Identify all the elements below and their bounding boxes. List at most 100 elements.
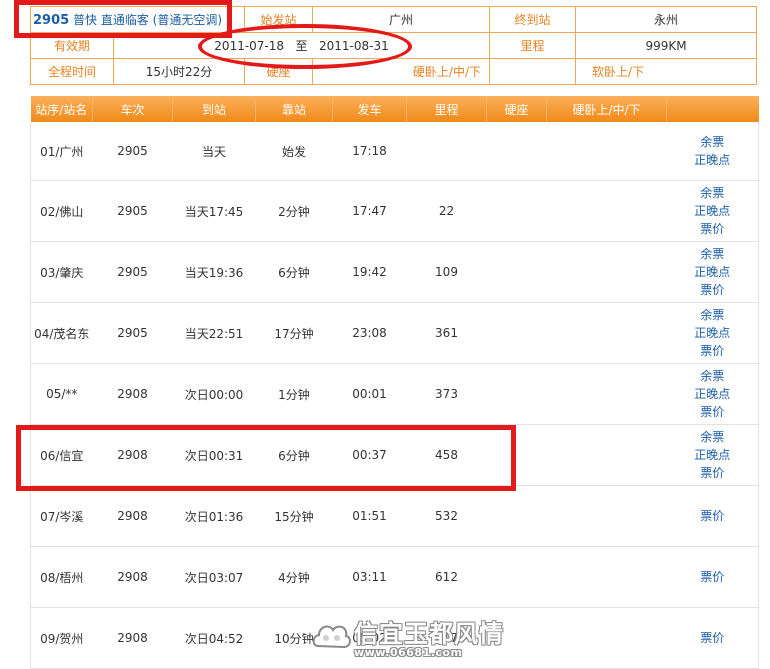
- col-depart: 发车: [332, 96, 407, 122]
- punctuality-link[interactable]: 正晚点: [694, 446, 730, 464]
- col-actions: [666, 96, 759, 122]
- timetable-row: 09/贺州 2908 次日04:52 10分钟 05:02 717 票价: [30, 607, 759, 669]
- hard-sleeper-cell: [546, 302, 667, 364]
- stop-duration: 6分钟: [255, 241, 333, 303]
- col-hard-seat: 硬座: [486, 96, 547, 122]
- station-name: 07/岑溪: [30, 485, 93, 547]
- arrive-time: 次日03:07: [172, 546, 256, 608]
- arrive-time: 当天: [172, 122, 256, 181]
- col-hard-sleeper: 硬卧上/中/下: [546, 96, 667, 122]
- depart-time: 17:18: [332, 122, 407, 181]
- distance-km: 361: [406, 302, 487, 364]
- remaining-tickets-link[interactable]: 余票: [694, 428, 730, 446]
- stop-duration: 17分钟: [255, 302, 333, 364]
- row-actions: 票价: [666, 485, 759, 547]
- action-links: 票价: [700, 629, 724, 647]
- remaining-tickets-link[interactable]: 余票: [694, 184, 730, 202]
- station-name: 03/肇庆: [30, 241, 93, 303]
- col-arrive: 到站: [172, 96, 256, 122]
- hard-seat-cell: [486, 302, 547, 364]
- row-actions: 余票 正晚点 票价: [666, 180, 759, 242]
- punctuality-link[interactable]: 正晚点: [694, 385, 730, 403]
- fare-link[interactable]: 票价: [694, 281, 730, 299]
- origin-station: 广州: [312, 6, 491, 33]
- action-links: 票价: [700, 507, 724, 525]
- arrive-time: 当天17:45: [172, 180, 256, 242]
- fare-link[interactable]: 票价: [694, 403, 730, 421]
- row-actions: 余票 正晚点 票价: [666, 363, 759, 425]
- col-station: 站序/站名: [30, 96, 93, 122]
- fare-link[interactable]: 票价: [694, 342, 730, 360]
- hard-seat-cell: [486, 485, 547, 547]
- timetable-row: 05/** 2908 次日00:00 1分钟 00:01 373 余票 正晚点 票价: [30, 363, 759, 425]
- train-number: 2908: [92, 424, 173, 486]
- fare-link[interactable]: 票价: [700, 568, 724, 586]
- duration-value: 15小时22分: [112, 58, 246, 85]
- col-km: 里程: [406, 96, 487, 122]
- action-links: 余票 正晚点: [694, 133, 730, 169]
- timetable-row: 02/佛山 2905 当天17:45 2分钟 17:47 22 余票 正晚点 票价: [30, 180, 759, 242]
- timetable-row: 01/广州 2905 当天 始发 17:18 余票 正晚点: [30, 122, 759, 181]
- depart-time: 00:01: [332, 363, 407, 425]
- depart-time: 23:08: [332, 302, 407, 364]
- arrive-time: 当天19:36: [172, 241, 256, 303]
- hard-sleeper-cell: [546, 180, 667, 242]
- action-links: 余票 正晚点 票价: [694, 306, 730, 360]
- action-links: 余票 正晚点 票价: [694, 184, 730, 238]
- remaining-tickets-link[interactable]: 余票: [694, 306, 730, 324]
- station-name: 09/贺州: [30, 607, 93, 669]
- hard-sleeper-cell: [546, 424, 667, 486]
- hard-seat-cell: [486, 180, 547, 242]
- depart-time: 01:51: [332, 485, 407, 547]
- timetable-header: 站序/站名 车次 到站 靠站 发车 里程 硬座 硬卧上/中/下: [30, 96, 759, 122]
- station-name: 01/广州: [30, 122, 93, 181]
- fare-link[interactable]: 票价: [694, 220, 730, 238]
- stop-duration: 2分钟: [255, 180, 333, 242]
- train-summary-table: 2905 普快 直通临客 (普通无空调) 始发站 广州 终到站 永州 有效期 2…: [29, 6, 758, 85]
- distance-km: 373: [406, 363, 487, 425]
- station-name: 05/**: [30, 363, 93, 425]
- distance-km: 717: [406, 607, 487, 669]
- station-name: 06/信宜: [30, 424, 93, 486]
- stop-duration: 始发: [255, 122, 333, 181]
- remaining-tickets-link[interactable]: 余票: [694, 133, 730, 151]
- station-name: 04/茂名东: [30, 302, 93, 364]
- depart-time: 00:37: [332, 424, 407, 486]
- station-name: 08/梧州: [30, 546, 93, 608]
- depart-time: 03:11: [332, 546, 407, 608]
- distance-value: 999KM: [575, 32, 758, 59]
- timetable-row: 07/岑溪 2908 次日01:36 15分钟 01:51 532 票价: [30, 485, 759, 547]
- station-timetable: 站序/站名 车次 到站 靠站 发车 里程 硬座 硬卧上/中/下 01/广州 290…: [30, 96, 759, 669]
- distance-km: 532: [406, 485, 487, 547]
- row-actions: 余票 正晚点: [666, 122, 759, 181]
- timetable-row: 08/梧州 2908 次日03:07 4分钟 03:11 612 票价: [30, 546, 759, 608]
- depart-time: 17:47: [332, 180, 407, 242]
- distance-km: 458: [406, 424, 487, 486]
- hard-seat-label: 硬座: [244, 58, 314, 85]
- hard-sleeper-cell: [546, 241, 667, 303]
- arrive-time: 次日01:36: [172, 485, 256, 547]
- hard-seat-cell: [486, 546, 547, 608]
- remaining-tickets-link[interactable]: 余票: [694, 245, 730, 263]
- arrive-time: 当天22:51: [172, 302, 256, 364]
- dest-station: 永州: [575, 6, 758, 33]
- train-number[interactable]: 2905: [33, 13, 69, 28]
- hard-seat-cell: [486, 607, 547, 669]
- punctuality-link[interactable]: 正晚点: [694, 202, 730, 220]
- punctuality-link[interactable]: 正晚点: [694, 324, 730, 342]
- row-actions: 余票 正晚点 票价: [666, 424, 759, 486]
- train-number: 2908: [92, 546, 173, 608]
- remaining-tickets-link[interactable]: 余票: [694, 367, 730, 385]
- action-links: 余票 正晚点 票价: [694, 245, 730, 299]
- fare-link[interactable]: 票价: [700, 629, 724, 647]
- arrive-time: 次日00:31: [172, 424, 256, 486]
- punctuality-link[interactable]: 正晚点: [694, 263, 730, 281]
- action-links: 余票 正晚点 票价: [694, 367, 730, 421]
- fare-link[interactable]: 票价: [694, 464, 730, 482]
- train-number: 2908: [92, 363, 173, 425]
- row-actions: 余票 正晚点 票价: [666, 241, 759, 303]
- valid-sep: 至: [295, 39, 308, 53]
- punctuality-link[interactable]: 正晚点: [694, 151, 730, 169]
- fare-link[interactable]: 票价: [700, 507, 724, 525]
- action-links: 票价: [700, 568, 724, 586]
